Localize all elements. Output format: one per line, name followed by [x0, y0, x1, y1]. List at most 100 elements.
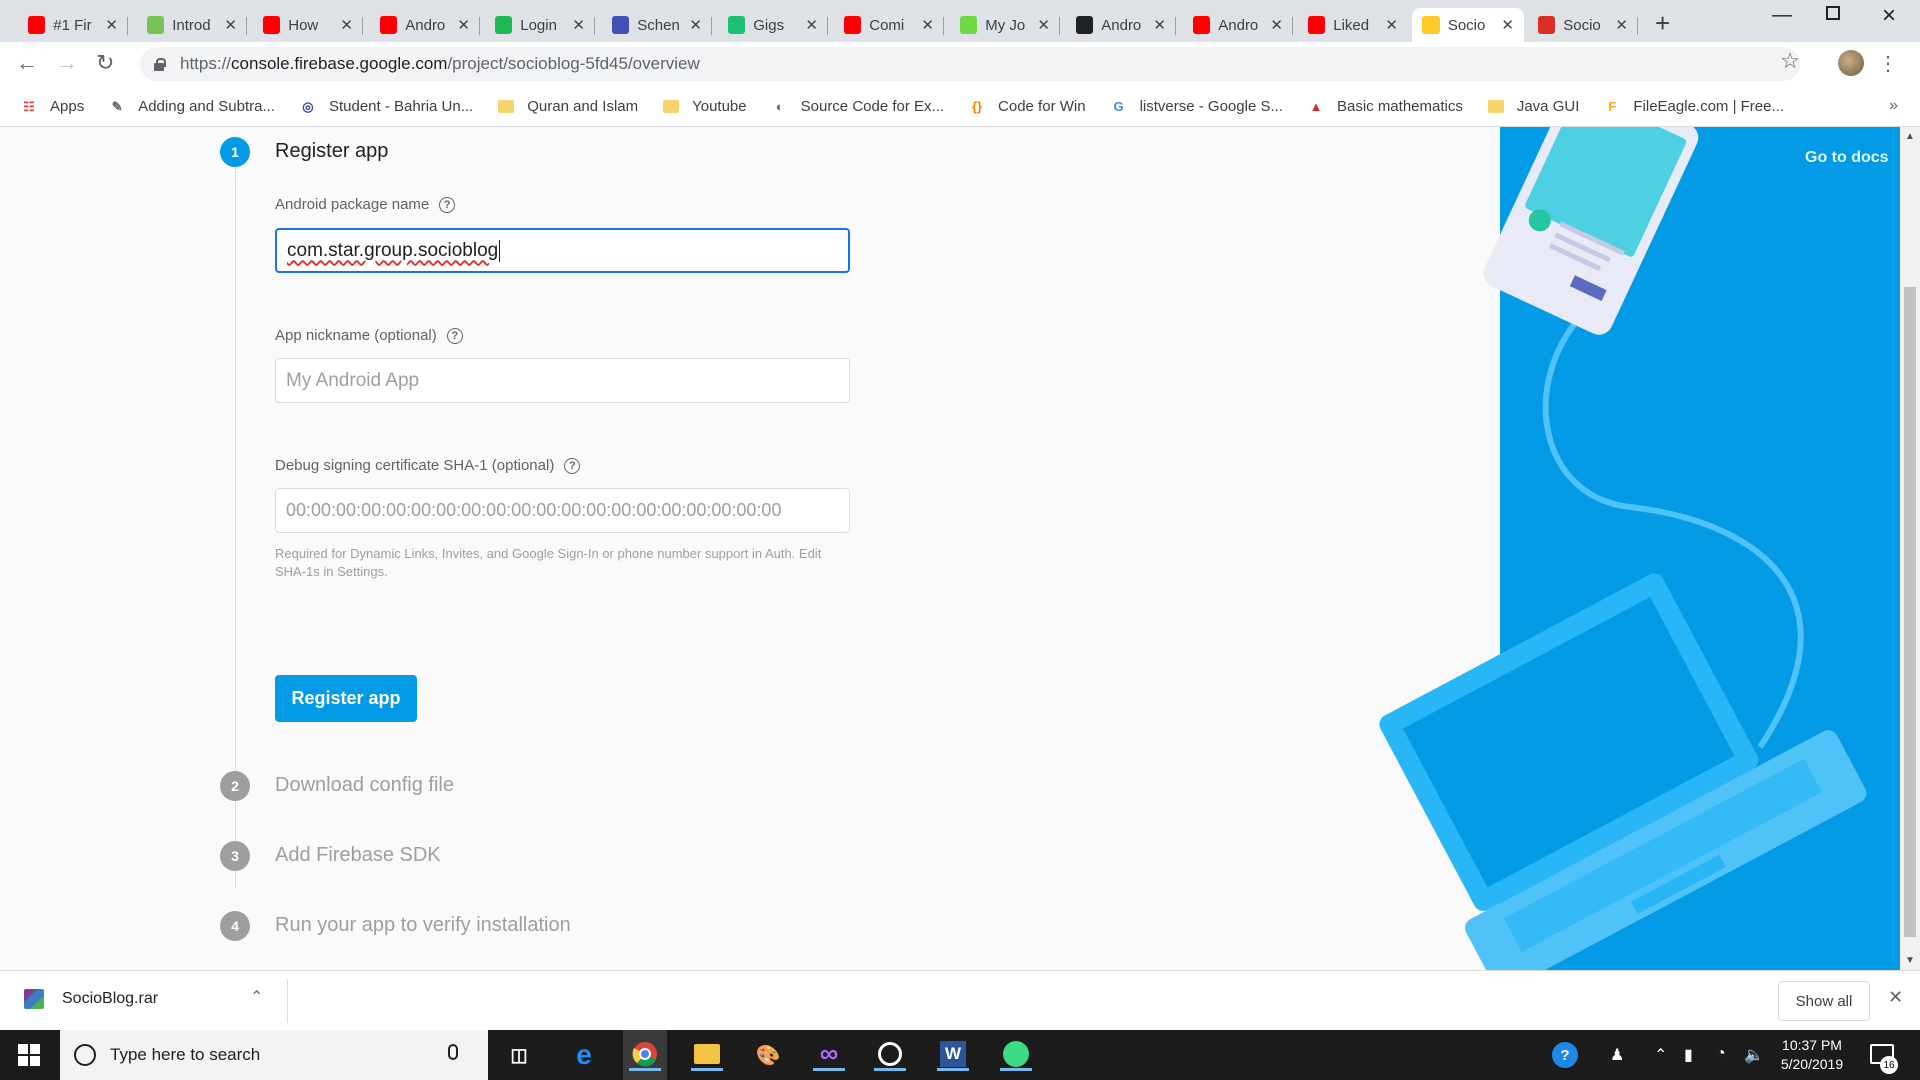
- help-tray-icon[interactable]: ?: [1552, 1042, 1578, 1068]
- university-icon: ◎: [302, 98, 314, 114]
- tab-separator: [1637, 17, 1638, 35]
- cortana-icon[interactable]: [74, 1044, 96, 1066]
- browser-tab[interactable]: Gigs ✕: [718, 8, 828, 42]
- forward-arrow-icon[interactable]: →: [56, 50, 78, 76]
- system-clock[interactable]: 10:37 PM 5/20/2019: [1766, 1036, 1858, 1074]
- step-2-number: 2: [220, 771, 250, 801]
- package-help-icon[interactable]: ?: [439, 196, 456, 213]
- browser-tab[interactable]: My Jo ✕: [950, 8, 1060, 42]
- bookmark-item[interactable]: Youtube: [662, 98, 747, 116]
- microphone-icon[interactable]: [448, 1044, 458, 1060]
- visual-studio-icon[interactable]: ∞: [813, 1038, 845, 1071]
- back-arrow-icon[interactable]: ←: [16, 50, 38, 76]
- close-tab-icon[interactable]: ✕: [805, 16, 818, 34]
- package-name-value: com.star.group.socioblog: [287, 239, 499, 261]
- restore-button[interactable]: [1826, 6, 1840, 20]
- browser-tab[interactable]: How ✕: [253, 8, 363, 42]
- browser-tab[interactable]: Andro ✕: [1183, 8, 1293, 42]
- scroll-down-arrow-icon[interactable]: ▼: [1905, 955, 1915, 966]
- chrome-icon[interactable]: [629, 1039, 661, 1071]
- close-tab-icon[interactable]: ✕: [1615, 16, 1628, 34]
- bookmark-item[interactable]: Java GUI: [1487, 98, 1580, 116]
- sha1-label: Debug signing certificate SHA-1 (optiona…: [275, 457, 581, 474]
- reload-icon[interactable]: ↻: [96, 50, 114, 76]
- bookmark-item[interactable]: {} Code for Win: [968, 98, 1086, 116]
- bookmark-item[interactable]: ✎ Adding and Subtra...: [108, 98, 275, 116]
- scroll-up-arrow-icon[interactable]: ▲: [1905, 131, 1915, 142]
- close-tab-icon[interactable]: ✕: [224, 16, 237, 34]
- bookmark-item[interactable]: Quran and Islam: [497, 98, 638, 116]
- scrollbar-thumb[interactable]: [1904, 287, 1916, 937]
- show-all-button[interactable]: Show all: [1778, 981, 1870, 1021]
- go-to-docs-link[interactable]: Go to docs: [1805, 149, 1889, 167]
- browser-tab[interactable]: Andro ✕: [370, 8, 480, 42]
- sha1-help-icon[interactable]: ?: [564, 457, 581, 474]
- chevron-up-icon[interactable]: ⌃: [250, 987, 263, 1007]
- close-tab-icon[interactable]: ✕: [1385, 16, 1398, 34]
- battery-icon[interactable]: ▮: [1684, 1045, 1693, 1065]
- close-tab-icon[interactable]: ✕: [689, 16, 702, 34]
- bookmark-label: Adding and Subtra...: [138, 98, 275, 115]
- close-tab-icon[interactable]: ✕: [105, 16, 118, 34]
- address-bar[interactable]: https://console.firebase.google.com/proj…: [140, 47, 1800, 81]
- bookmark-star-icon[interactable]: ☆: [1780, 48, 1800, 74]
- android-studio-icon[interactable]: [1000, 1039, 1032, 1071]
- profile-avatar[interactable]: [1838, 50, 1864, 76]
- volume-icon[interactable]: 🔈: [1744, 1045, 1764, 1065]
- close-tab-icon[interactable]: ✕: [340, 16, 353, 34]
- new-tab-button[interactable]: +: [1655, 8, 1670, 39]
- bookmark-item[interactable]: ◎ Student - Bahria Un...: [299, 98, 473, 116]
- taskbar-search-box[interactable]: Type here to search: [60, 1030, 488, 1080]
- chevron-up-tray-icon[interactable]: ⌃: [1654, 1045, 1667, 1065]
- register-app-button[interactable]: Register app: [275, 675, 417, 722]
- bookmark-item[interactable]: ▲ Basic mathematics: [1307, 98, 1463, 116]
- nickname-help-icon[interactable]: ?: [446, 327, 463, 344]
- page-scrollbar[interactable]: ▲ ▼: [1900, 127, 1920, 970]
- task-view-icon[interactable]: ◫: [503, 1039, 535, 1071]
- bookmark-item[interactable]: Glistverse - Google S...: [1110, 98, 1283, 116]
- lock-icon[interactable]: [152, 57, 166, 71]
- browser-tab[interactable]: Socio ✕: [1528, 8, 1638, 42]
- sha1-input[interactable]: 00:00:00:00:00:00:00:00:00:00:00:00:00:0…: [275, 488, 850, 533]
- close-tab-icon[interactable]: ✕: [1153, 16, 1166, 34]
- paint-icon[interactable]: 🎨: [752, 1039, 784, 1071]
- close-tab-icon[interactable]: ✕: [572, 16, 585, 34]
- download-item[interactable]: SocioBlog.rar: [24, 989, 158, 1009]
- close-tab-icon[interactable]: ✕: [457, 16, 470, 34]
- browser-tab[interactable]: #1 Fir ✕: [18, 8, 128, 42]
- browser-toolbar: ← → ↻ https://console.firebase.google.co…: [0, 42, 1920, 87]
- browser-tab[interactable]: Socio ✕: [1412, 8, 1524, 42]
- bookmark-label: Java GUI: [1516, 98, 1580, 115]
- close-tab-icon[interactable]: ✕: [1501, 16, 1514, 34]
- notification-count-badge: 16: [1880, 1056, 1898, 1074]
- bookmark-item[interactable]: F FileEagle.com | Free...: [1603, 98, 1784, 116]
- browser-tab[interactable]: Liked ✕: [1298, 8, 1408, 42]
- wifi-icon[interactable]: ◔: [1716, 1045, 1726, 1063]
- nickname-input[interactable]: My Android App: [275, 358, 850, 403]
- media-app-icon[interactable]: [874, 1039, 906, 1071]
- browser-tab[interactable]: Login ✕: [485, 8, 595, 42]
- close-window-button[interactable]: ×: [1882, 2, 1896, 30]
- minimize-button[interactable]: —: [1772, 4, 1792, 27]
- file-explorer-icon[interactable]: [691, 1039, 723, 1071]
- step-3-title: Add Firebase SDK: [275, 844, 441, 866]
- close-tab-icon[interactable]: ✕: [1270, 16, 1283, 34]
- bookmark-item[interactable]: ◐ Source Code for Ex...: [771, 98, 944, 116]
- people-icon[interactable]: ♟: [1610, 1045, 1624, 1065]
- close-tab-icon[interactable]: ✕: [921, 16, 934, 34]
- bookmarks-more-button[interactable]: »: [1889, 97, 1898, 115]
- bookmark-label: FileEagle.com | Free...: [1633, 98, 1784, 115]
- windows-start-icon[interactable]: [18, 1044, 40, 1066]
- browser-tab[interactable]: Schen ✕: [602, 8, 712, 42]
- browser-menu-icon[interactable]: ⋮: [1878, 51, 1898, 76]
- package-name-input[interactable]: com.star.group.socioblog: [275, 228, 850, 273]
- close-download-bar-icon[interactable]: ✕: [1888, 987, 1903, 1008]
- word-icon[interactable]: W: [937, 1039, 969, 1071]
- edge-icon[interactable]: e: [568, 1039, 600, 1071]
- browser-tab[interactable]: Andro ✕: [1066, 8, 1176, 42]
- tab-separator: [479, 17, 480, 35]
- browser-tab[interactable]: Comi ✕: [834, 8, 944, 42]
- bookmark-item[interactable]: ☷ Apps: [20, 98, 84, 116]
- browser-tab[interactable]: Introd ✕: [137, 8, 247, 42]
- close-tab-icon[interactable]: ✕: [1037, 16, 1050, 34]
